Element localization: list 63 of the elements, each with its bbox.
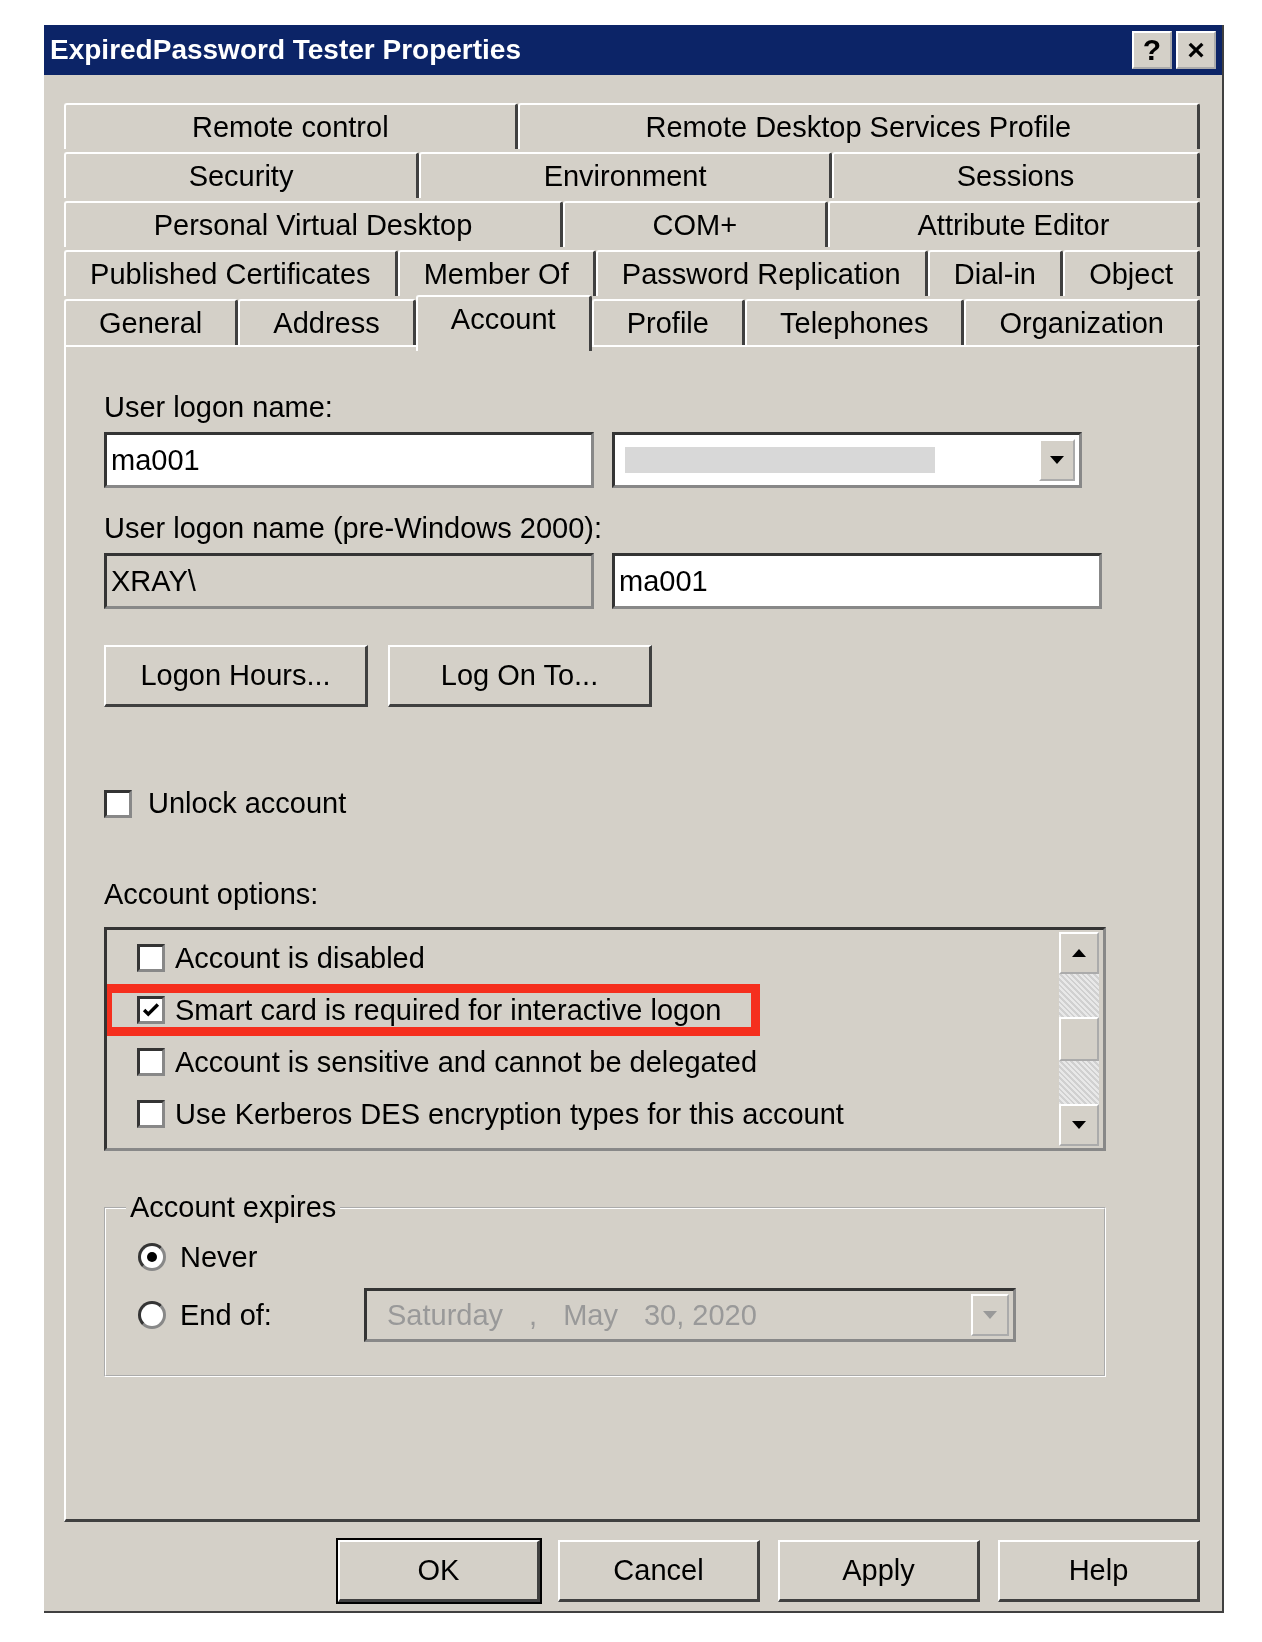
field-label: User logon name (pre-Windows 2000):	[104, 512, 603, 545]
close-button[interactable]: ×	[1176, 31, 1216, 69]
tab[interactable]: Environment	[419, 152, 833, 198]
group-title: Account expires	[129, 1191, 338, 1224]
scrollbar[interactable]	[1059, 932, 1099, 1146]
tab[interactable]: Remote control	[64, 103, 518, 149]
tab[interactable]: Security	[64, 152, 419, 198]
dialog-button[interactable]: Cancel	[558, 1540, 760, 1602]
tab[interactable]: Dial-in	[927, 250, 1064, 296]
dialog-button[interactable]: Logon Hours...	[104, 645, 368, 707]
radio-button[interactable]	[138, 1243, 166, 1271]
checkbox[interactable]	[137, 944, 165, 972]
date-part: 30, 2020	[643, 1298, 757, 1332]
tab[interactable]: Attribute Editor	[827, 201, 1200, 247]
option-label: Smart card is required for interactive logon	[175, 993, 722, 1027]
tab[interactable]: Organization	[964, 299, 1200, 345]
scroll-down-icon[interactable]	[1059, 1104, 1099, 1146]
tab[interactable]: Object	[1063, 250, 1200, 296]
tab[interactable]: Password Replication	[595, 250, 928, 296]
tab[interactable]: Personal Virtual Desktop	[64, 201, 563, 247]
options-list[interactable]: Account is disabled Smart card is required for interactive logon Account is sensitive and cannot be delegated Use Kerberos DES encryption types for this account	[104, 927, 1106, 1151]
scroll-thumb[interactable]	[1059, 1017, 1099, 1061]
tab[interactable]: Member Of	[397, 250, 596, 296]
domain-field[interactable]: XRAY\	[104, 553, 594, 609]
option-row[interactable]: Account is disabled	[137, 932, 435, 984]
logon-name-field[interactable]: ma001	[612, 553, 1102, 609]
tab[interactable]: Account	[415, 295, 592, 351]
radio-label: Never	[180, 1240, 259, 1274]
tab[interactable]: Profile	[591, 299, 745, 345]
checkbox[interactable]	[104, 789, 132, 818]
checkbox-label: Unlock account	[148, 787, 347, 820]
date-part: Saturday	[387, 1298, 504, 1332]
dialog-button[interactable]: Help	[998, 1540, 1200, 1602]
dialog-button[interactable]: OK	[338, 1540, 540, 1602]
tab[interactable]: COM+	[562, 201, 828, 247]
tab[interactable]: Sessions	[832, 152, 1200, 198]
date-part: ,	[529, 1298, 538, 1332]
checkbox[interactable]	[137, 1048, 165, 1076]
suffix-dropdown[interactable]	[612, 432, 1082, 488]
field-label: User logon name:	[104, 391, 333, 424]
scroll-up-icon[interactable]	[1059, 932, 1099, 974]
option-row[interactable]: Smart card is required for interactive logon	[107, 984, 761, 1036]
option-label: Use Kerberos DES encryption types for this account	[175, 1097, 844, 1131]
checkbox[interactable]	[137, 996, 165, 1024]
tab[interactable]: Telephones	[745, 299, 965, 345]
option-row[interactable]: Use Kerberos DES encryption types for this account	[137, 1088, 854, 1140]
dialog-button[interactable]: Apply	[778, 1540, 980, 1602]
tab[interactable]: General	[64, 299, 239, 345]
radio-button[interactable]	[138, 1301, 166, 1329]
window-title: ExpiredPassword Tester Properties	[50, 34, 521, 66]
help-button[interactable]: ?	[1132, 31, 1172, 69]
dialog-button[interactable]: Log On To...	[388, 645, 652, 707]
tab[interactable]: Address	[238, 299, 416, 345]
checkbox[interactable]	[137, 1100, 165, 1128]
date-part: May	[563, 1298, 618, 1332]
field-label: Account options:	[104, 878, 319, 911]
tab[interactable]: Remote Desktop Services Profile	[517, 103, 1200, 149]
radio-label: End of:	[180, 1298, 273, 1332]
option-label: Account is sensitive and cannot be delegated	[175, 1045, 757, 1079]
tab[interactable]: Published Certificates	[64, 250, 398, 296]
option-label: Account is disabled	[175, 941, 425, 975]
option-row[interactable]: Account is sensitive and cannot be delegated	[137, 1036, 767, 1088]
logon-name-field[interactable]: ma001	[104, 432, 594, 488]
